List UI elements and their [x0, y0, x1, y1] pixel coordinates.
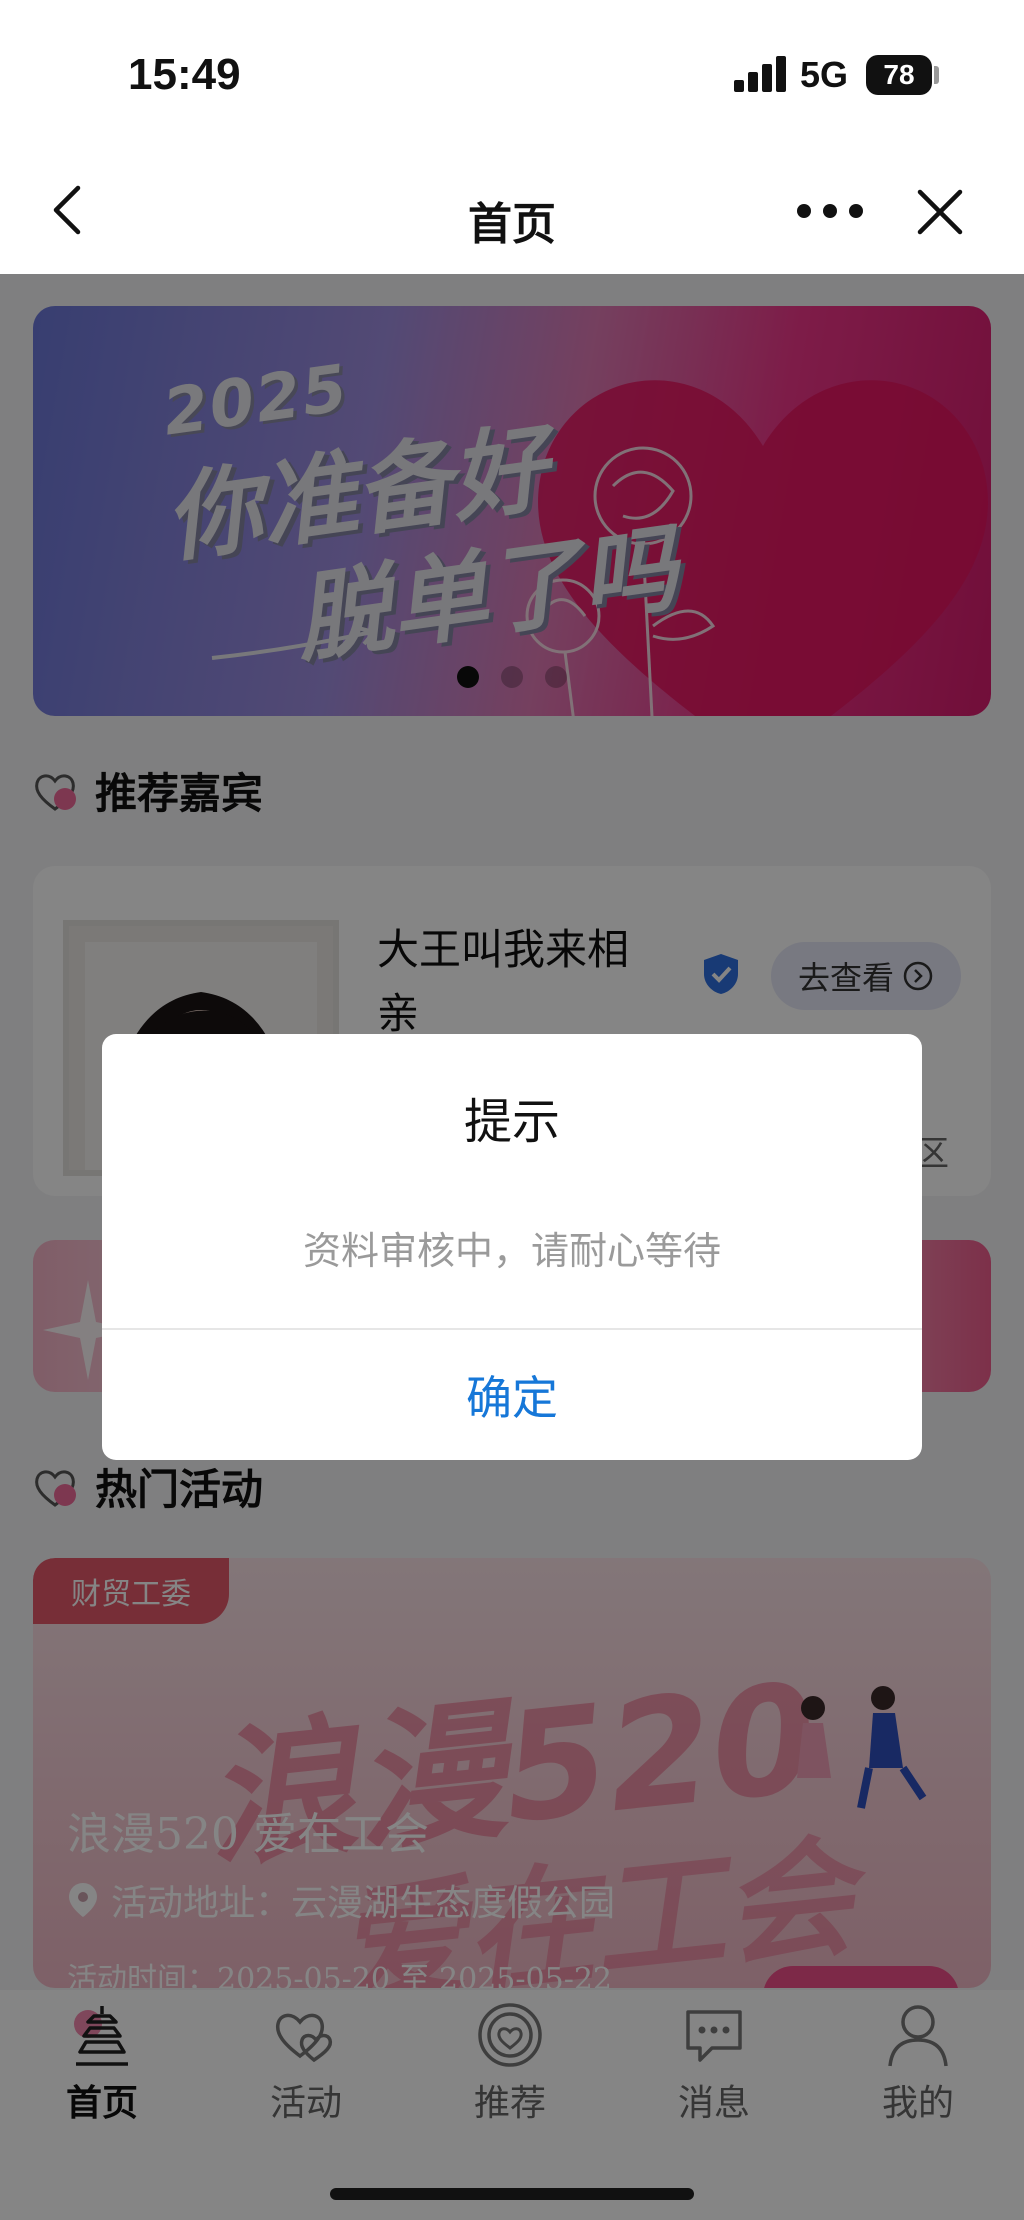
battery-icon: 78	[866, 55, 932, 95]
status-time: 15:49	[128, 50, 241, 99]
close-icon[interactable]	[910, 182, 970, 242]
confirm-button[interactable]: 确定	[102, 1330, 922, 1460]
network-type: 5G	[800, 54, 849, 95]
nav-bar: 首页	[0, 150, 1024, 274]
more-dots-icon[interactable]	[790, 186, 870, 236]
signal-icon	[734, 56, 788, 92]
dialog-message: 资料审核中，请耐心等待	[302, 1229, 721, 1273]
battery-cap	[934, 66, 939, 84]
page-title: 首页	[468, 199, 556, 250]
alert-dialog: 提示 资料审核中，请耐心等待 确定	[102, 1034, 922, 1460]
home-indicator[interactable]	[330, 2188, 694, 2200]
status-bar: 15:49 5G 78	[0, 0, 1024, 150]
dialog-title: 提示	[463, 1094, 560, 1150]
